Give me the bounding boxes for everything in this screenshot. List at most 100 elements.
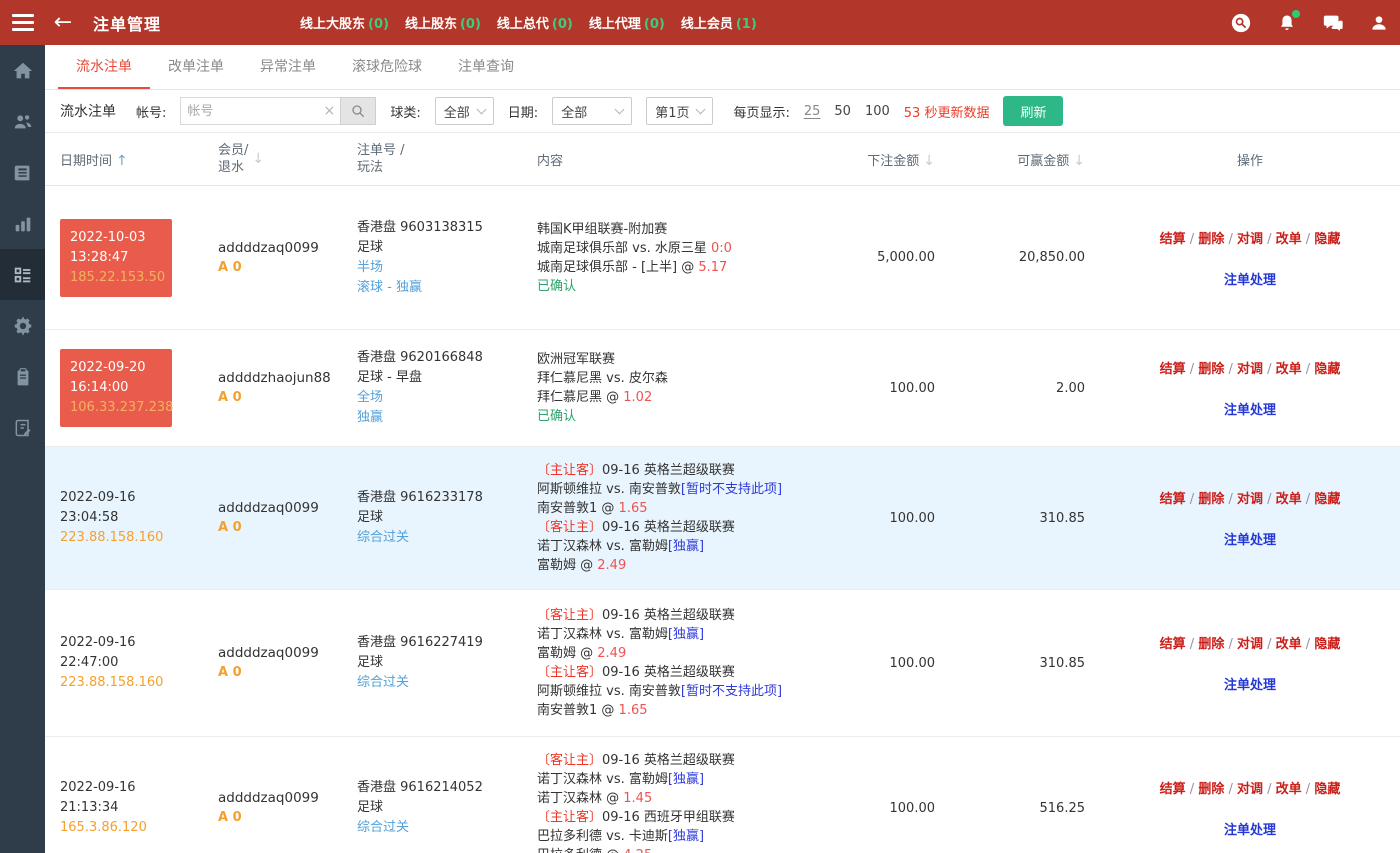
link-online-shareholder[interactable]: 线上股东(0) xyxy=(405,13,481,32)
member-rebate: A 0 xyxy=(218,808,357,828)
date-select[interactable]: 全部 xyxy=(552,97,632,125)
tab-abnormal-orders[interactable]: 异常注单 xyxy=(242,45,334,89)
clear-icon[interactable]: × xyxy=(318,97,340,125)
ball-type-label: 球类: xyxy=(390,102,420,121)
process-order-link[interactable]: 注单处理 xyxy=(1224,674,1276,693)
tab-order-query[interactable]: 注单查询 xyxy=(440,45,532,89)
chat-icon[interactable] xyxy=(1322,12,1344,34)
action-swap-link[interactable]: 对调 xyxy=(1237,362,1263,377)
sidebar-item-settings[interactable] xyxy=(0,300,45,351)
sidebar-item-home[interactable] xyxy=(0,45,45,96)
bet-datetime: 2022-09-16 23:04:58 223.88.158.160 xyxy=(60,488,218,548)
action-swap-link[interactable]: 对调 xyxy=(1237,232,1263,247)
member-name: addddzaq0099 xyxy=(218,788,357,808)
action-hide-link[interactable]: 隐藏 xyxy=(1314,362,1340,377)
action-modify-link[interactable]: 改单 xyxy=(1276,232,1302,247)
action-delete-link[interactable]: 删除 xyxy=(1198,232,1224,247)
per-page-50[interactable]: 50 xyxy=(834,104,851,119)
header-datetime[interactable]: 日期时间↑ xyxy=(60,150,218,169)
table-row: 2022-09-16 23:04:58 223.88.158.160 adddd… xyxy=(45,447,1400,590)
action-delete-link[interactable]: 删除 xyxy=(1198,362,1224,377)
action-settle-link[interactable]: 结算 xyxy=(1160,637,1186,652)
play-type-link[interactable]: 综合过关 xyxy=(357,818,537,838)
sidebar-item-tasks[interactable] xyxy=(0,351,45,402)
content-line: 诺丁汉森林 @ 1.45 xyxy=(537,789,797,808)
content-line: 已确认 xyxy=(537,277,797,296)
content-line: 〔客让主〕09-16 英格兰超级联赛 xyxy=(537,751,797,770)
play-type-link[interactable]: 全场 xyxy=(357,388,537,408)
play-type-link[interactable]: 综合过关 xyxy=(357,673,537,693)
per-page-25[interactable]: 25 xyxy=(804,104,821,119)
action-settle-link[interactable]: 结算 xyxy=(1160,492,1186,507)
link-online-general-agent[interactable]: 线上总代(0) xyxy=(497,13,573,32)
page-title: 注单管理 xyxy=(93,11,161,35)
process-order-link[interactable]: 注单处理 xyxy=(1224,399,1276,418)
orders-list-icon xyxy=(12,264,34,286)
action-modify-link[interactable]: 改单 xyxy=(1276,492,1302,507)
action-swap-link[interactable]: 对调 xyxy=(1237,492,1263,507)
per-page-100[interactable]: 100 xyxy=(865,104,890,119)
table-row: 2022-09-20 16:14:00 106.33.237.238 adddd… xyxy=(45,330,1400,447)
action-delete-link[interactable]: 删除 xyxy=(1198,637,1224,652)
action-swap-link[interactable]: 对调 xyxy=(1237,637,1263,652)
search-icon[interactable] xyxy=(1230,12,1252,34)
action-settle-link[interactable]: 结算 xyxy=(1160,232,1186,247)
action-modify-link[interactable]: 改单 xyxy=(1276,637,1302,652)
link-online-agent[interactable]: 线上代理(0) xyxy=(589,13,665,32)
chevron-down-icon xyxy=(696,104,706,114)
link-online-member[interactable]: 线上会员(1) xyxy=(681,13,757,32)
bet-info-line: 香港盘 9616227419 xyxy=(357,633,537,653)
page-select[interactable]: 第1页 xyxy=(646,97,713,125)
action-settle-link[interactable]: 结算 xyxy=(1160,362,1186,377)
action-delete-link[interactable]: 删除 xyxy=(1198,782,1224,797)
menu-icon[interactable] xyxy=(0,0,45,45)
bet-amount: 100.00 xyxy=(797,801,950,816)
bell-icon[interactable] xyxy=(1276,12,1298,34)
back-arrow-icon[interactable]: ← xyxy=(45,0,81,45)
action-modify-link[interactable]: 改单 xyxy=(1276,362,1302,377)
sidebar-item-reports[interactable] xyxy=(0,147,45,198)
header-win-amount[interactable]: 可赢金额↓ xyxy=(950,150,1100,169)
tab-flow-orders[interactable]: 流水注单 xyxy=(58,45,150,89)
bet-content: 〔主让客〕09-16 英格兰超级联赛阿斯顿维拉 vs. 南安普敦[暂时不支持此项… xyxy=(537,461,797,575)
tab-rolling-danger-ball[interactable]: 滚球危险球 xyxy=(334,45,440,89)
action-swap-link[interactable]: 对调 xyxy=(1237,782,1263,797)
action-settle-link[interactable]: 结算 xyxy=(1160,782,1186,797)
header-member[interactable]: 会员/退水↓ xyxy=(218,142,357,176)
action-delete-link[interactable]: 删除 xyxy=(1198,492,1224,507)
bet-info: 香港盘 9603138315足球半场滚球 - 独赢 xyxy=(357,218,537,298)
bet-content: 欧洲冠军联赛拜仁慕尼黑 vs. 皮尔森拜仁慕尼黑 @ 1.02已确认 xyxy=(537,350,797,426)
user-icon[interactable] xyxy=(1368,12,1390,34)
bet-info-line: 足球 xyxy=(357,508,537,528)
refresh-button[interactable]: 刷新 xyxy=(1003,96,1063,126)
play-type-link[interactable]: 独赢 xyxy=(357,408,537,428)
link-online-major-shareholder[interactable]: 线上大股东(0) xyxy=(300,13,389,32)
header-bet-amount[interactable]: 下注金额↓ xyxy=(797,150,950,169)
process-order-link[interactable]: 注单处理 xyxy=(1224,269,1276,288)
sidebar-item-members[interactable] xyxy=(0,96,45,147)
play-type-link[interactable]: 综合过关 xyxy=(357,528,537,548)
sidebar-item-statistics[interactable] xyxy=(0,198,45,249)
sidebar-item-logs[interactable] xyxy=(0,402,45,453)
play-type-link[interactable]: 半场 xyxy=(357,258,537,278)
account-search-button[interactable] xyxy=(340,97,376,125)
play-type-link[interactable]: 滚球 - 独赢 xyxy=(357,278,537,298)
action-modify-link[interactable]: 改单 xyxy=(1276,782,1302,797)
action-hide-link[interactable]: 隐藏 xyxy=(1314,232,1340,247)
members-icon xyxy=(12,111,34,133)
account-input[interactable] xyxy=(180,97,318,125)
table-header: 日期时间↑ 会员/退水↓ 注单号 /玩法 内容 下注金额↓ 可赢金额↓ 操作 xyxy=(45,133,1400,186)
process-order-link[interactable]: 注单处理 xyxy=(1224,529,1276,548)
action-hide-link[interactable]: 隐藏 xyxy=(1314,782,1340,797)
process-order-link[interactable]: 注单处理 xyxy=(1224,819,1276,838)
action-links: 结算 / 删除 / 对调 / 改单 / 隐藏 xyxy=(1100,228,1400,247)
action-hide-link[interactable]: 隐藏 xyxy=(1314,492,1340,507)
sidebar-item-orders[interactable] xyxy=(0,249,45,300)
ball-type-select[interactable]: 全部 xyxy=(435,97,494,125)
action-hide-link[interactable]: 隐藏 xyxy=(1314,637,1340,652)
content-line: 城南足球俱乐部 - [上半] @ 5.17 xyxy=(537,258,797,277)
tab-modified-orders[interactable]: 改单注单 xyxy=(150,45,242,89)
table-row: 2022-09-16 21:13:34 165.3.86.120 addddza… xyxy=(45,737,1400,853)
per-page-label: 每页显示: xyxy=(733,102,789,121)
bet-info-line: 足球 xyxy=(357,798,537,818)
